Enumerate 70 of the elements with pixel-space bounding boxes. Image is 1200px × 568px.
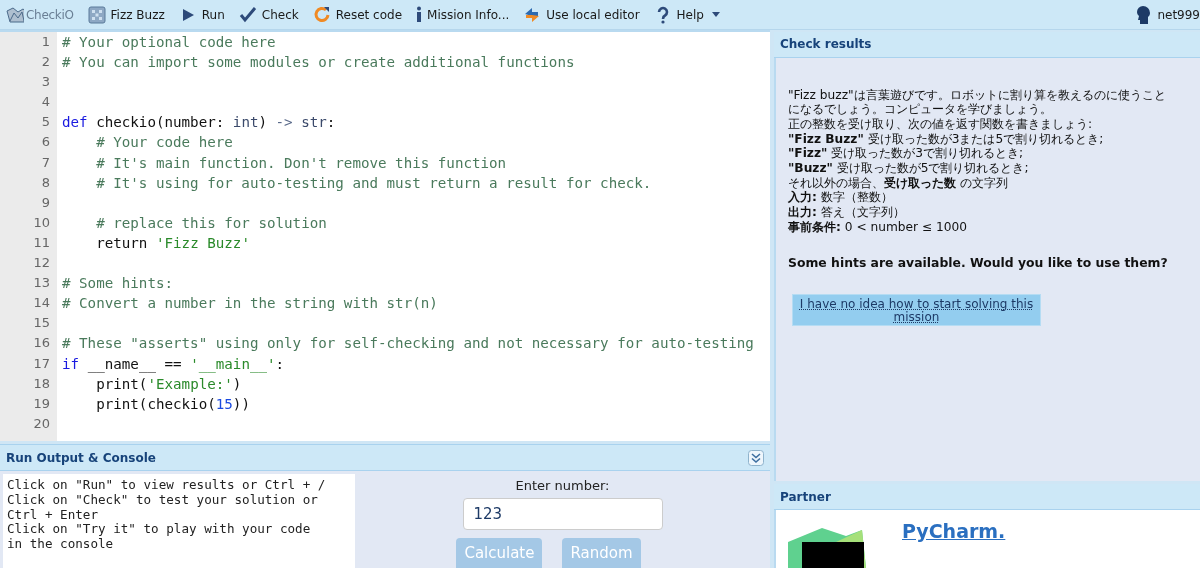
description-line: それ以外の場合、受け取った数 の文字列 bbox=[788, 175, 1009, 191]
line-number: 8 bbox=[40, 174, 51, 192]
checkmark-icon bbox=[238, 5, 257, 24]
code-line: # It's main function. Don't remove this function bbox=[95, 154, 507, 171]
run-button[interactable]: Run bbox=[171, 0, 232, 29]
panel-title: Partner bbox=[780, 489, 831, 504]
line-number: 5 bbox=[40, 114, 51, 132]
code-line: # replace this for solution bbox=[95, 214, 327, 231]
panel-title: Check results bbox=[780, 37, 872, 52]
reset-button[interactable]: Reset code bbox=[305, 0, 410, 29]
code-line: # Your code here bbox=[95, 134, 233, 151]
code-line: print(checkio(15)) bbox=[95, 395, 250, 412]
line-number: 12 bbox=[32, 255, 51, 273]
info-button[interactable]: Mission Info... bbox=[409, 0, 517, 29]
line-number: 16 bbox=[32, 335, 51, 353]
line-number: 15 bbox=[32, 315, 51, 333]
mission-button[interactable]: Fizz Buzz bbox=[80, 0, 172, 29]
description-line: "Fizz" 受け取った数が3で割り切れるとき; bbox=[788, 146, 1025, 161]
line-number: 14 bbox=[32, 295, 51, 313]
code-line: # Some hints: bbox=[62, 275, 174, 292]
code-editor[interactable] bbox=[0, 30, 770, 442]
line-number: 6 bbox=[40, 134, 51, 152]
hint-button[interactable]: I have no idea how to start solving this mission bbox=[792, 293, 1041, 326]
partner-link[interactable]: PyCharm. bbox=[902, 520, 1006, 542]
description-line: 出力: 答え（文字列） bbox=[788, 205, 906, 220]
user-silhouette-icon bbox=[1135, 4, 1152, 25]
code-line: # Convert a number in the string with str(n) bbox=[62, 295, 438, 312]
code-line: def checkio(number: int) -> str: bbox=[62, 114, 336, 131]
grid-icon bbox=[87, 5, 106, 24]
line-number: 7 bbox=[40, 154, 51, 172]
number-input[interactable]: 123 bbox=[462, 498, 663, 530]
line-number: 4 bbox=[40, 94, 51, 112]
description-line: 入力: 数字（整数） bbox=[788, 190, 894, 206]
line-number: 9 bbox=[40, 194, 51, 212]
line-number: 20 bbox=[32, 415, 51, 433]
logo-icon bbox=[6, 5, 24, 24]
line-number: 18 bbox=[32, 375, 51, 393]
user-menu[interactable]: net999 bbox=[1128, 0, 1200, 29]
code-line: return 'Fizz Buzz' bbox=[95, 234, 250, 251]
console-output: Click on "Run" to view results or Ctrl + / Click on "Check" to test your solution or Ctrl + Enter Click on "Try it" to play with your code in the console bbox=[3, 474, 355, 568]
code-line: # Your optional code here bbox=[62, 34, 276, 50]
help-button[interactable]: Help bbox=[646, 0, 727, 29]
line-number: 3 bbox=[40, 74, 51, 92]
input-label: Enter number: bbox=[515, 478, 610, 493]
caret-icon bbox=[711, 12, 720, 17]
line-number: 1 bbox=[40, 34, 51, 51]
line-number: 2 bbox=[40, 54, 51, 72]
info-icon bbox=[416, 6, 423, 23]
collapse-icon[interactable] bbox=[748, 449, 764, 466]
description-line: になるでしょう。コンピュータを学びましょう。 bbox=[788, 102, 1053, 117]
refresh-icon bbox=[312, 5, 331, 24]
line-number: 10 bbox=[32, 214, 51, 232]
local-button[interactable]: Use local editor bbox=[516, 0, 647, 29]
line-number: 13 bbox=[32, 275, 51, 293]
code-line: print('Example:') bbox=[95, 375, 242, 392]
description-line: "Fizz buzz"は言葉遊びです。ロボットに割り算を教えるのに使うこと bbox=[788, 87, 1167, 103]
description-line: 事前条件: 0 < number ≤ 1000 bbox=[788, 219, 968, 235]
code-line: if __name__ == '__main__': bbox=[62, 355, 285, 372]
hints-question: Some hints are available. Would you like to use them? bbox=[788, 254, 1169, 270]
line-number: 11 bbox=[32, 234, 51, 252]
description-line: "Buzz" 受け取った数が5で割り切れるとき; bbox=[788, 161, 1030, 176]
line-number: 19 bbox=[32, 395, 51, 413]
code-line: # It's using for auto-testing and must return a result for check. bbox=[95, 174, 652, 191]
line-number: 17 bbox=[32, 355, 51, 373]
description-line: 正の整数を受け取り、次の値を返す関数を書きましょう: bbox=[788, 116, 1094, 132]
panel-title: Run Output & Console bbox=[6, 450, 156, 465]
check-button[interactable]: Check bbox=[231, 0, 306, 29]
code-line: # You can import some modules or create additional functions bbox=[62, 54, 575, 71]
description-line: "Fizz Buzz" 受け取った数が3または5で割り切れるとき; bbox=[788, 131, 1105, 147]
code-line: # These "asserts" using only for self-checking and not necessary for auto-testing bbox=[62, 335, 754, 352]
